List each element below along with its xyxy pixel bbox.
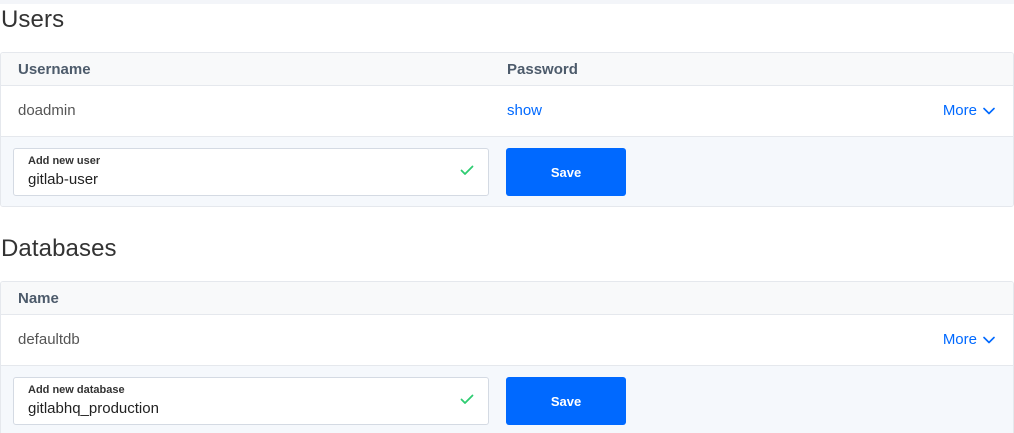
add-database-row: Add new database Save — [1, 366, 1013, 433]
show-password-link[interactable]: show — [507, 102, 542, 119]
users-table-header: Username Password — [1, 53, 1013, 86]
add-database-label: Add new database — [28, 384, 125, 396]
username-cell: doadmin — [18, 102, 76, 119]
chevron-down-icon — [983, 107, 995, 114]
checkmark-icon — [460, 165, 474, 175]
chevron-down-icon — [983, 336, 995, 343]
databases-table-header: Name — [1, 282, 1013, 315]
add-database-input[interactable] — [28, 398, 448, 418]
users-title: Users — [1, 6, 65, 33]
databases-title: Databases — [1, 235, 117, 262]
name-column-header: Name — [18, 290, 59, 307]
databases-panel: Name defaultdb More Add new database Sav… — [0, 281, 1014, 433]
save-database-button[interactable]: Save — [506, 377, 626, 425]
password-column-header: Password — [507, 61, 578, 78]
more-label: More — [942, 331, 977, 348]
username-column-header: Username — [18, 61, 91, 78]
add-database-field[interactable]: Add new database — [13, 377, 489, 425]
add-user-row: Add new user Save — [1, 137, 1013, 206]
database-more-menu[interactable]: More — [943, 331, 995, 348]
add-user-field[interactable]: Add new user — [13, 148, 489, 196]
add-user-input[interactable] — [28, 169, 448, 189]
user-more-menu[interactable]: More — [943, 102, 995, 119]
table-row: doadmin show More — [1, 86, 1013, 137]
more-label: More — [942, 102, 977, 119]
save-user-button[interactable]: Save — [506, 148, 626, 196]
checkmark-icon — [460, 394, 474, 404]
table-row: defaultdb More — [1, 315, 1013, 366]
users-panel: Username Password doadmin show More Add … — [0, 52, 1014, 207]
top-divider — [0, 0, 1014, 4]
add-user-label: Add new user — [28, 155, 101, 167]
database-name-cell: defaultdb — [18, 331, 80, 348]
